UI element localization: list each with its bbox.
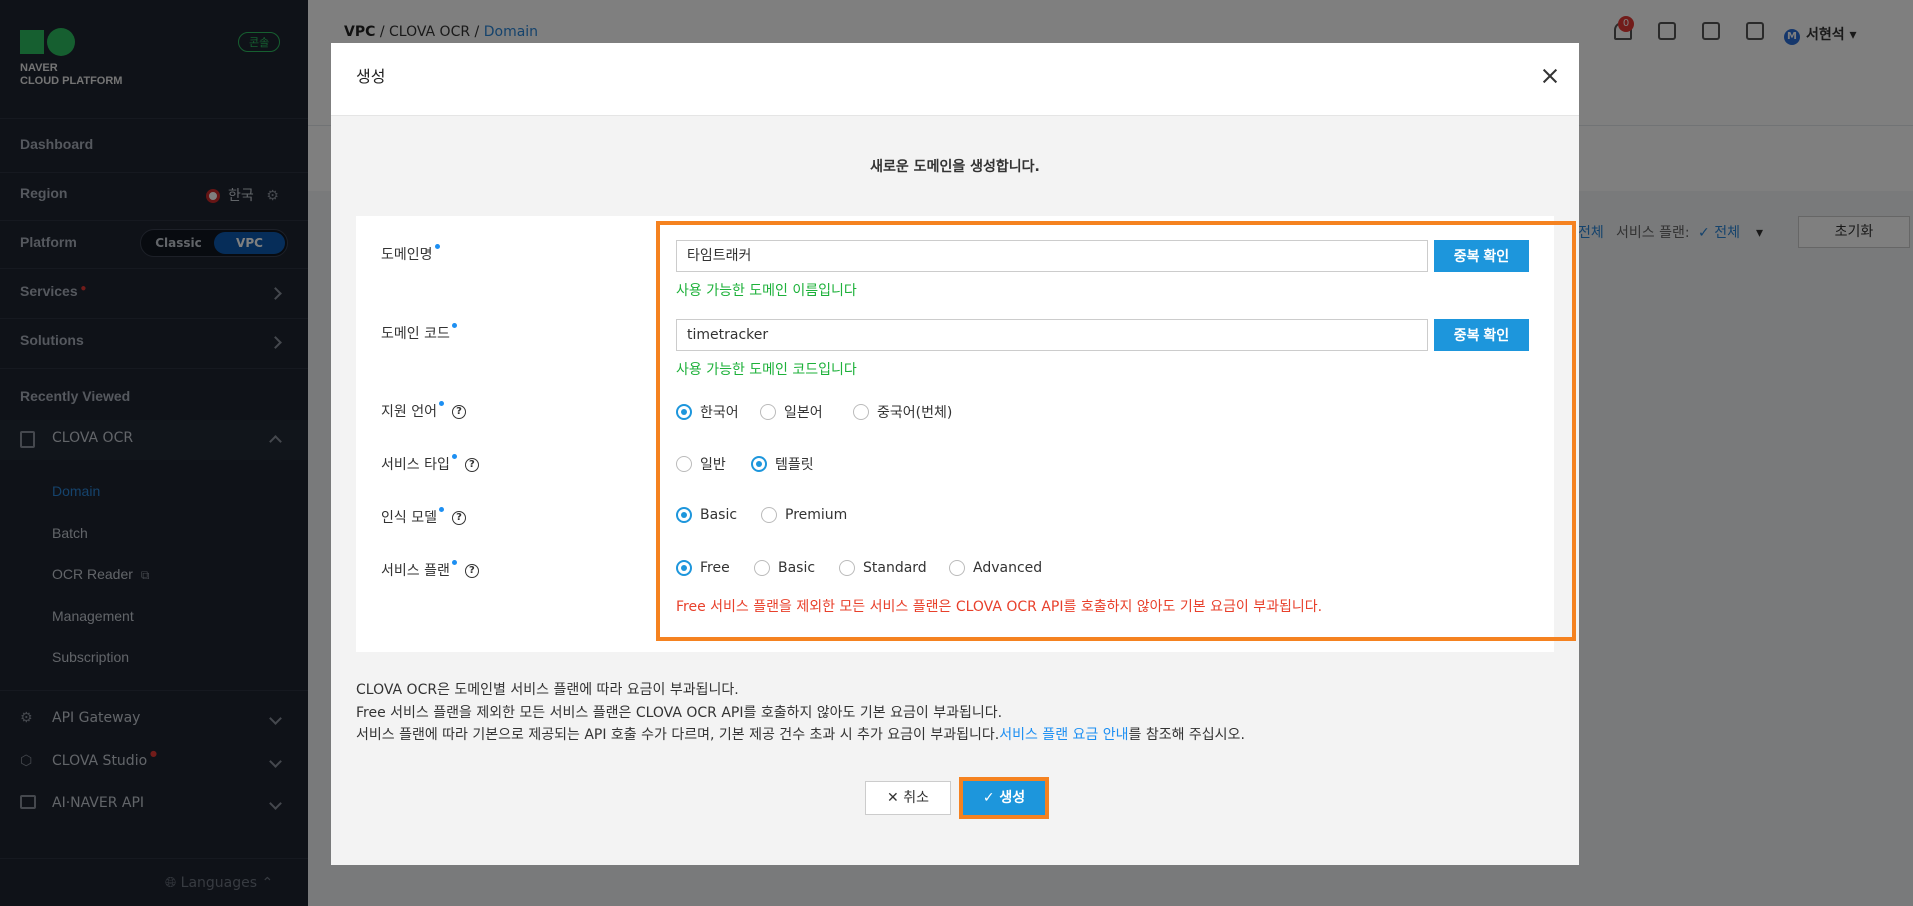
model-premium[interactable]: Premium bbox=[761, 507, 847, 523]
plan-basic[interactable]: Basic bbox=[754, 560, 815, 576]
radio-icon bbox=[839, 560, 855, 576]
radio-icon bbox=[761, 507, 777, 523]
lang-option-japanese-label: 일본어 bbox=[784, 405, 823, 421]
required-dot-icon bbox=[451, 454, 457, 459]
modal-intro: 새로운 도메인을 생성합니다. bbox=[870, 159, 1040, 175]
plan-standard-label: Standard bbox=[863, 560, 927, 576]
domain-code-input[interactable]: timetracker bbox=[676, 319, 1428, 351]
lang-option-japanese[interactable]: 일본어 bbox=[760, 402, 823, 422]
required-dot-icon bbox=[451, 323, 457, 328]
plan-advanced[interactable]: Advanced bbox=[949, 560, 1042, 576]
radio-checked-icon bbox=[676, 560, 692, 576]
form-panel: 도메인명 타임트래커 중복 확인 사용 가능한 도메인 이름입니다 도메인 코드… bbox=[356, 216, 1576, 652]
domain-name-dup-check-button[interactable]: 중복 확인 bbox=[1434, 240, 1529, 272]
modal-title: 생성 bbox=[356, 67, 386, 86]
domain-name-ok-message: 사용 가능한 도메인 이름입니다 bbox=[676, 283, 857, 299]
service-type-label-text: 서비스 타입 bbox=[381, 457, 450, 473]
note-line-1: CLOVA OCR은 도메인별 서비스 플랜에 따라 요금이 부과됩니다. bbox=[356, 682, 739, 698]
plan-label-text: 서비스 플랜 bbox=[381, 563, 450, 579]
plan-free-label: Free bbox=[700, 560, 730, 576]
cancel-button[interactable]: ✕ 취소 bbox=[865, 781, 951, 815]
lang-label-text: 지원 언어 bbox=[381, 404, 437, 420]
radio-icon bbox=[676, 456, 692, 472]
help-icon[interactable]: ? bbox=[451, 511, 466, 525]
radio-checked-icon bbox=[676, 507, 692, 523]
note-line-3-text: 서비스 플랜에 따라 기본으로 제공되는 API 호출 수가 다르며, 기본 제… bbox=[356, 727, 1000, 743]
note-line-2: Free 서비스 플랜을 제외한 모든 서비스 플랜은 CLOVA OCR AP… bbox=[356, 704, 1003, 721]
model-basic[interactable]: Basic bbox=[676, 507, 737, 523]
service-type-general-label: 일반 bbox=[700, 457, 726, 473]
note-line-3-post: 를 참조해 주십시오. bbox=[1128, 727, 1245, 743]
help-icon[interactable]: ? bbox=[451, 405, 466, 419]
plan-pricing-link[interactable]: 서비스 플랜 요금 안내 bbox=[999, 727, 1128, 743]
close-icon: ✕ bbox=[887, 790, 904, 806]
radio-icon bbox=[754, 560, 770, 576]
plan-warning: Free 서비스 플랜을 제외한 모든 서비스 플랜은 CLOVA OCR AP… bbox=[676, 599, 1323, 615]
service-type-template-label: 템플릿 bbox=[775, 457, 814, 473]
cancel-button-label: 취소 bbox=[903, 790, 929, 806]
lang-option-chinese-label: 중국어(번체) bbox=[877, 405, 953, 421]
service-type-template[interactable]: 템플릿 bbox=[751, 454, 814, 474]
help-icon[interactable]: ? bbox=[464, 564, 479, 578]
lang-option-korean[interactable]: 한국어 bbox=[676, 402, 739, 422]
required-dot-icon bbox=[438, 401, 444, 406]
model-label: 인식 모델? bbox=[381, 507, 466, 527]
domain-name-label-text: 도메인명 bbox=[381, 247, 433, 263]
lang-option-chinese[interactable]: 중국어(번체) bbox=[853, 402, 952, 422]
domain-code-ok-message: 사용 가능한 도메인 코드입니다 bbox=[676, 362, 857, 378]
plan-advanced-label: Advanced bbox=[973, 560, 1043, 576]
domain-name-label: 도메인명 bbox=[381, 244, 440, 264]
modal-header: 생성 bbox=[331, 43, 1579, 116]
plan-free[interactable]: Free bbox=[676, 560, 730, 576]
domain-code-label-text: 도메인 코드 bbox=[381, 326, 450, 342]
required-dot-icon bbox=[438, 507, 444, 512]
close-icon[interactable] bbox=[1539, 65, 1561, 87]
required-dot-icon bbox=[451, 560, 457, 565]
model-premium-label: Premium bbox=[785, 507, 848, 523]
plan-label: 서비스 플랜? bbox=[381, 560, 479, 580]
domain-name-input[interactable]: 타임트래커 bbox=[676, 240, 1428, 272]
model-basic-label: Basic bbox=[700, 507, 738, 523]
plan-standard[interactable]: Standard bbox=[839, 560, 927, 576]
create-modal: 생성 새로운 도메인을 생성합니다. 도메인명 타임트래커 중복 확인 사용 가… bbox=[331, 43, 1579, 865]
model-label-text: 인식 모델 bbox=[381, 510, 437, 526]
plan-basic-label: Basic bbox=[778, 560, 816, 576]
notes: CLOVA OCR은 도메인별 서비스 플랜에 따라 요금이 부과됩니다. Fr… bbox=[356, 679, 1245, 747]
required-dot-icon bbox=[434, 244, 440, 249]
radio-icon bbox=[853, 404, 869, 420]
service-type-general[interactable]: 일반 bbox=[676, 454, 726, 474]
check-icon: ✓ bbox=[982, 790, 1000, 806]
create-button[interactable]: ✓ 생성 bbox=[963, 781, 1045, 815]
service-type-label: 서비스 타입? bbox=[381, 454, 479, 474]
note-line-3: 서비스 플랜에 따라 기본으로 제공되는 API 호출 수가 다르며, 기본 제… bbox=[356, 724, 1245, 747]
radio-icon bbox=[949, 560, 965, 576]
create-button-label: 생성 bbox=[999, 790, 1026, 806]
help-icon[interactable]: ? bbox=[464, 458, 479, 472]
domain-code-dup-check-button[interactable]: 중복 확인 bbox=[1434, 319, 1529, 351]
lang-option-korean-label: 한국어 bbox=[700, 405, 739, 421]
radio-icon bbox=[760, 404, 776, 420]
domain-code-label: 도메인 코드 bbox=[381, 323, 457, 343]
create-button-highlight: ✓ 생성 bbox=[959, 777, 1049, 819]
radio-checked-icon bbox=[751, 456, 767, 472]
lang-label: 지원 언어? bbox=[381, 401, 466, 421]
radio-checked-icon bbox=[676, 404, 692, 420]
